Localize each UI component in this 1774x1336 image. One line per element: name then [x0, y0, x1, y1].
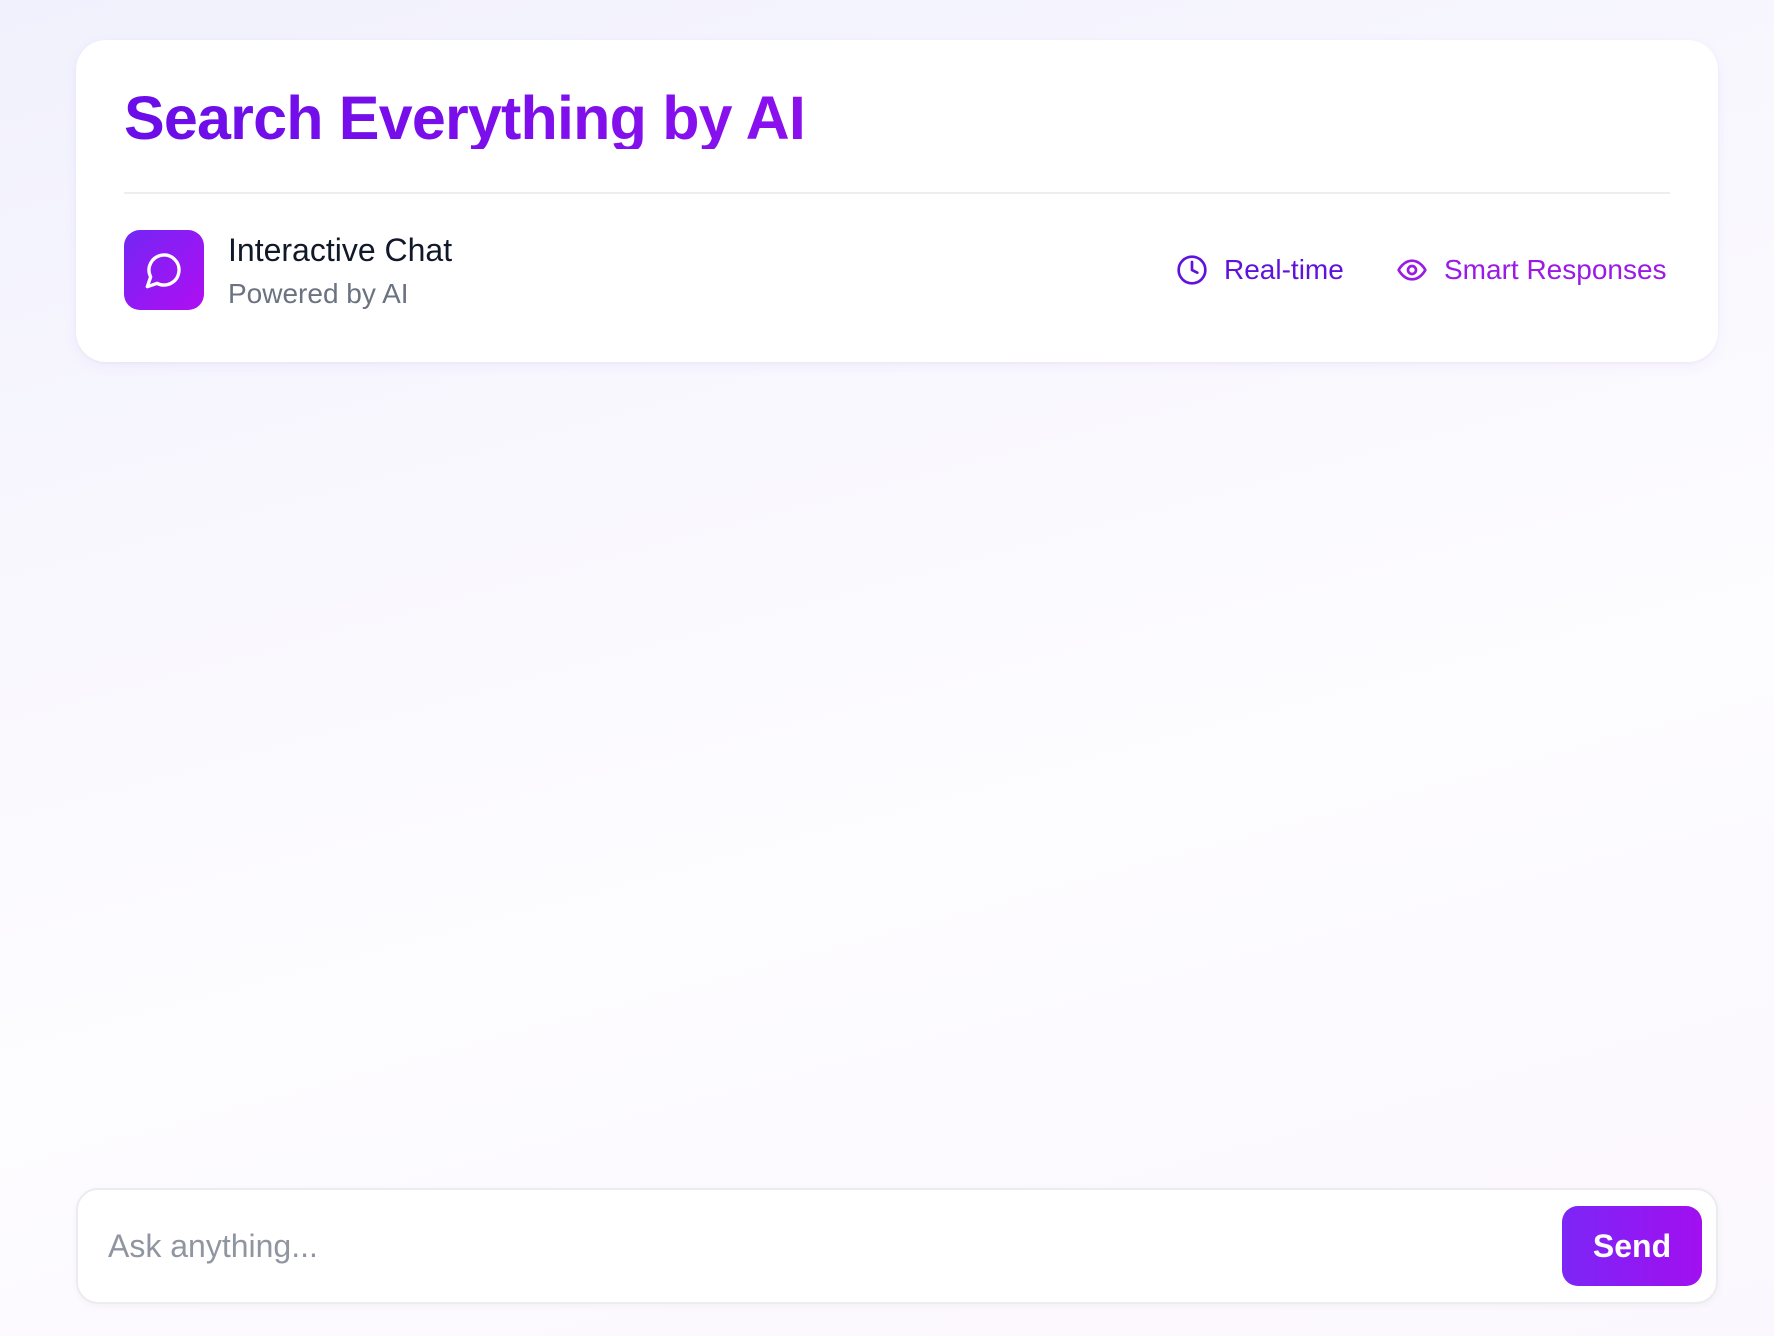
- eye-icon: [1396, 254, 1428, 286]
- feature-label: Real-time: [1224, 254, 1344, 285]
- send-button[interactable]: Send: [1562, 1206, 1702, 1286]
- chat-bubble-icon: [144, 250, 184, 290]
- divider: [124, 192, 1670, 194]
- chat-logo: [124, 230, 204, 310]
- feature-smart-responses: Smart Responses: [1396, 252, 1667, 288]
- chat-subtitle: Powered by AI: [228, 278, 409, 309]
- page-title: Search Everything by AI: [124, 84, 806, 152]
- chat-title: Interactive Chat: [228, 232, 453, 268]
- feature-label: Smart Responses: [1444, 254, 1667, 285]
- feature-realtime: Real-time: [1176, 252, 1344, 288]
- clock-icon: [1176, 254, 1208, 286]
- ask-input[interactable]: [108, 1210, 1408, 1282]
- message-composer: Send: [76, 1188, 1718, 1304]
- header-card: Search Everything by AI Interactive Chat…: [76, 40, 1718, 362]
